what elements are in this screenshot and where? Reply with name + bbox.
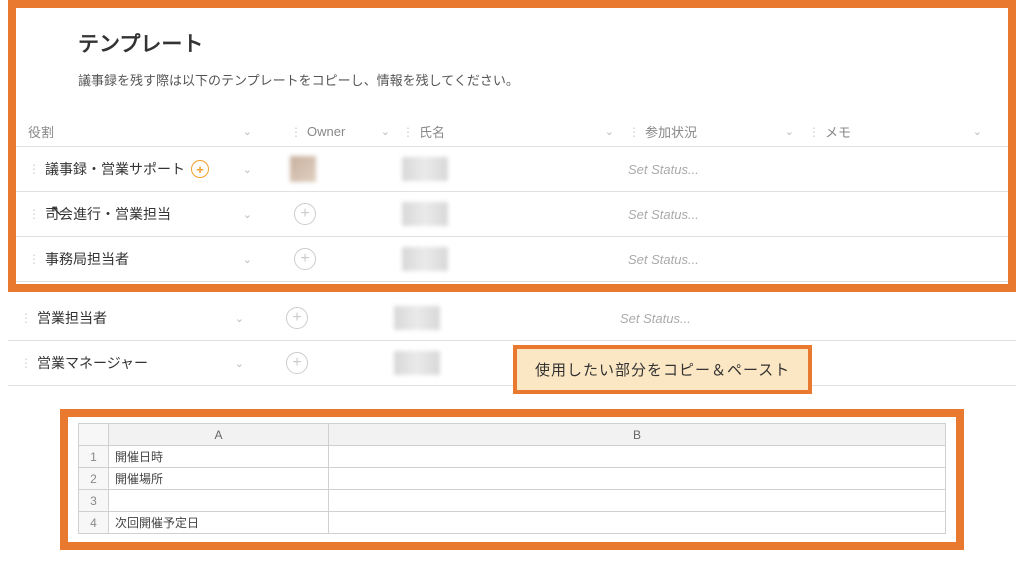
- add-owner-button[interactable]: +: [286, 307, 308, 329]
- column-header-status[interactable]: ⋮ 参加状況 ⌄: [614, 122, 794, 141]
- drag-handle-icon: ⋮: [402, 125, 413, 139]
- template-table-continuation: ⋮ 営業担当者 ⌄ + Set Status... ⋮ 営業マネージャー ⌄ +: [8, 296, 1016, 386]
- add-owner-button[interactable]: +: [294, 248, 316, 270]
- cell-a2[interactable]: 開催場所: [109, 468, 329, 490]
- page-title: テンプレート: [78, 28, 946, 58]
- template-section-frame: テンプレート 議事録を残す際は以下のテンプレートをコピーし、情報を残してください…: [8, 0, 1016, 292]
- drag-handle-icon: ⋮: [808, 125, 819, 139]
- sheet-row[interactable]: 3: [79, 490, 946, 512]
- row-number[interactable]: 4: [79, 512, 109, 534]
- column-header-status-label: 参加状況: [645, 122, 697, 141]
- status-cell[interactable]: Set Status...: [628, 207, 699, 222]
- column-header-role-label: 役割: [28, 122, 54, 141]
- chevron-down-icon: ⌄: [381, 125, 390, 138]
- status-cell[interactable]: Set Status...: [628, 162, 699, 177]
- cell-a1[interactable]: 開催日時: [109, 446, 329, 468]
- corner-cell[interactable]: [79, 424, 109, 446]
- table-row[interactable]: ⋮ 司会進行・営業担当 ⌄ + Set Status...: [16, 192, 1008, 237]
- sheet-row[interactable]: 4 次回開催予定日: [79, 512, 946, 534]
- chevron-down-icon[interactable]: ⌄: [243, 208, 252, 221]
- name-cell[interactable]: [402, 247, 448, 271]
- column-header-owner[interactable]: ⋮ Owner ⌄: [260, 124, 390, 139]
- table-row[interactable]: ⋮ 営業担当者 ⌄ + Set Status...: [8, 296, 1016, 341]
- column-header-owner-label: Owner: [307, 124, 345, 139]
- role-cell: 司会進行・営業担当: [45, 204, 171, 224]
- chevron-down-icon[interactable]: ⌄: [235, 357, 244, 370]
- column-header-role[interactable]: 役割 ⌄: [16, 122, 260, 141]
- chevron-down-icon: ⌄: [243, 125, 252, 138]
- add-item-icon[interactable]: +: [191, 160, 209, 178]
- template-table: 役割 ⌄ ⋮ Owner ⌄ ⋮ 氏名 ⌄ ⋮ 参加状況 ⌄ ⋮ メモ ⌄: [16, 117, 1008, 282]
- table-row[interactable]: ⋮ 営業マネージャー ⌄ +: [8, 341, 1016, 386]
- drag-handle-icon[interactable]: ⋮: [20, 356, 31, 370]
- name-cell[interactable]: [402, 157, 448, 181]
- sheet-header-row: A B: [79, 424, 946, 446]
- row-number[interactable]: 3: [79, 490, 109, 512]
- table-row[interactable]: ⋮ 議事録・営業サポート + ⌄ Set Status...: [16, 147, 1008, 192]
- row-number[interactable]: 2: [79, 468, 109, 490]
- chevron-down-icon[interactable]: ⌄: [235, 312, 244, 325]
- header-area: テンプレート 議事録を残す際は以下のテンプレートをコピーし、情報を残してください…: [16, 8, 1008, 117]
- copy-paste-callout: 使用したい部分をコピー＆ペースト: [513, 345, 812, 394]
- add-owner-button[interactable]: +: [294, 203, 316, 225]
- drag-handle-icon[interactable]: ⋮: [28, 207, 39, 221]
- chevron-down-icon: ⌄: [605, 125, 614, 138]
- table-row[interactable]: ⋮ 事務局担当者 ⌄ + Set Status...: [16, 237, 1008, 282]
- spreadsheet[interactable]: A B 1 開催日時 2 開催場所 3 4 次回開催予定日: [78, 423, 946, 534]
- name-cell[interactable]: [402, 202, 448, 226]
- role-cell: 事務局担当者: [45, 249, 129, 269]
- page-subtitle: 議事録を残す際は以下のテンプレートをコピーし、情報を残してください。: [78, 70, 946, 89]
- chevron-down-icon: ⌄: [785, 125, 794, 138]
- cursor-icon: ↖: [50, 201, 63, 221]
- cell-a4[interactable]: 次回開催予定日: [109, 512, 329, 534]
- cell-b1[interactable]: [329, 446, 946, 468]
- role-cell: 営業担当者: [37, 308, 107, 328]
- column-header-memo[interactable]: ⋮ メモ ⌄: [794, 122, 1008, 141]
- column-header-name-label: 氏名: [419, 122, 445, 141]
- drag-handle-icon: ⋮: [628, 125, 639, 139]
- role-cell: 議事録・営業サポート: [45, 159, 185, 179]
- column-header-name[interactable]: ⋮ 氏名 ⌄: [390, 122, 614, 141]
- spreadsheet-frame: A B 1 開催日時 2 開催場所 3 4 次回開催予定日: [60, 409, 964, 550]
- sheet-row[interactable]: 1 開催日時: [79, 446, 946, 468]
- row-number[interactable]: 1: [79, 446, 109, 468]
- name-cell[interactable]: [394, 351, 440, 375]
- status-cell[interactable]: Set Status...: [620, 311, 691, 326]
- status-cell[interactable]: Set Status...: [628, 252, 699, 267]
- cell-b3[interactable]: [329, 490, 946, 512]
- drag-handle-icon[interactable]: ⋮: [28, 162, 39, 176]
- column-header-b[interactable]: B: [329, 424, 946, 446]
- add-owner-button[interactable]: +: [286, 352, 308, 374]
- cell-b2[interactable]: [329, 468, 946, 490]
- column-header-memo-label: メモ: [825, 122, 851, 141]
- table-header-row: 役割 ⌄ ⋮ Owner ⌄ ⋮ 氏名 ⌄ ⋮ 参加状況 ⌄ ⋮ メモ ⌄: [16, 117, 1008, 147]
- owner-avatar[interactable]: [290, 156, 316, 182]
- drag-handle-icon[interactable]: ⋮: [28, 252, 39, 266]
- drag-handle-icon: ⋮: [290, 125, 301, 139]
- role-cell: 営業マネージャー: [37, 353, 148, 373]
- sheet-row[interactable]: 2 開催場所: [79, 468, 946, 490]
- chevron-down-icon[interactable]: ⌄: [243, 163, 252, 176]
- name-cell[interactable]: [394, 306, 440, 330]
- cell-b4[interactable]: [329, 512, 946, 534]
- column-header-a[interactable]: A: [109, 424, 329, 446]
- chevron-down-icon: ⌄: [973, 125, 982, 138]
- drag-handle-icon[interactable]: ⋮: [20, 311, 31, 325]
- chevron-down-icon[interactable]: ⌄: [243, 253, 252, 266]
- callout-text: 使用したい部分をコピー＆ペースト: [535, 362, 790, 379]
- cell-a3[interactable]: [109, 490, 329, 512]
